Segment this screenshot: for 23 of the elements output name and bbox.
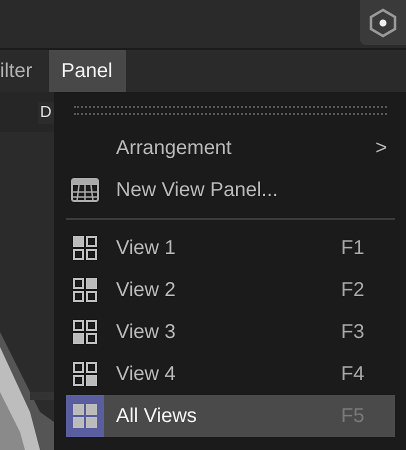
menu-item[interactable]: View 4 F4 xyxy=(66,353,395,395)
menu-item[interactable]: New View Panel... xyxy=(66,169,395,211)
menu-item[interactable]: View 2 F2 xyxy=(66,269,395,311)
hexagon-icon xyxy=(369,8,397,38)
menu-item[interactable]: Arrangement > xyxy=(66,127,395,169)
viewport-label: D xyxy=(38,102,54,124)
shortcut-label: F1 xyxy=(341,236,366,260)
submenu-arrow: > xyxy=(375,136,387,160)
view-grid-icon xyxy=(73,236,97,260)
panel-icon xyxy=(71,178,99,202)
menu-item[interactable]: View 3 F3 xyxy=(66,311,395,353)
shortcut-label: F3 xyxy=(341,320,366,344)
view-grid-icon xyxy=(73,278,97,302)
menu-bar-item[interactable]: Panel xyxy=(49,50,126,92)
view-grid-icon xyxy=(73,320,97,344)
shortcut-label: F2 xyxy=(341,278,366,302)
tear-off-handle[interactable] xyxy=(74,106,387,115)
menu-bar-item[interactable]: ilter xyxy=(0,50,50,92)
view-grid-icon xyxy=(73,404,97,428)
shortcut-label: F4 xyxy=(341,362,366,386)
view-grid-icon xyxy=(73,362,97,386)
settings-button[interactable] xyxy=(360,0,406,45)
menu-item[interactable]: View 1 F1 xyxy=(66,227,395,269)
